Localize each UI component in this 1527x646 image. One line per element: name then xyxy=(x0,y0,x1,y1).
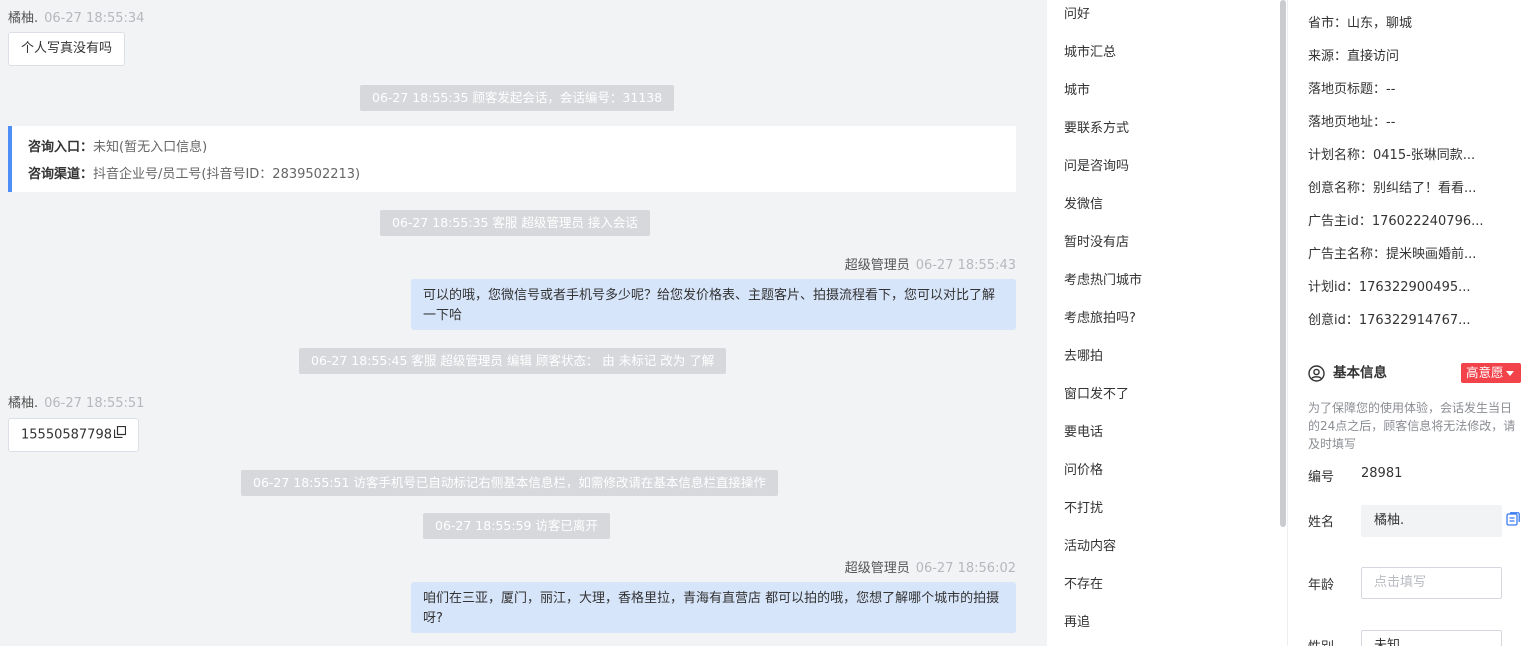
landing-url-row: 落地页地址：-- xyxy=(1308,115,1396,130)
sender-name: 超级管理员 xyxy=(844,561,910,576)
message-header: 橘柚. 06-27 18:55:34 xyxy=(8,7,144,26)
gender-label: 性别 xyxy=(1308,636,1334,646)
basic-info-label: 基本信息 xyxy=(1333,365,1387,381)
visitor-message-bubble: 15550587798 xyxy=(8,418,139,452)
quick-reply-item[interactable]: 去哪拍 xyxy=(1064,345,1103,369)
message-text: 15550587798 xyxy=(21,427,112,443)
quick-reply-item[interactable]: 问价格 xyxy=(1064,459,1103,483)
consult-entry-value: 未知(暂无入口信息) xyxy=(93,140,208,155)
quick-reply-item[interactable]: 城市汇总 xyxy=(1064,41,1116,65)
creative-id-row: 创意id：176322914767... xyxy=(1308,313,1471,328)
quick-reply-item[interactable]: 发微信 xyxy=(1064,193,1103,217)
quick-reply-item[interactable]: 考虑旅拍吗? xyxy=(1064,307,1136,331)
quick-reply-list: 问好 城市汇总 城市 要联系方式 问是咨询吗 发微信 暂时没有店 考虑热门城市 … xyxy=(1047,0,1287,646)
system-notice: 06-27 18:55:51 访客手机号已自动标记右侧基本信息栏，如需修改请在基… xyxy=(241,470,778,496)
message-time: 06-27 18:55:51 xyxy=(44,396,145,411)
caret-down-icon xyxy=(1505,371,1514,376)
edit-icon[interactable] xyxy=(1506,512,1520,530)
system-notice: 06-27 18:55:59 访客已离开 xyxy=(423,513,610,539)
quick-reply-item[interactable]: 问好 xyxy=(1064,3,1090,27)
consult-channel-label: 咨询渠道： xyxy=(28,167,94,182)
intent-value: 高意愿 xyxy=(1466,365,1504,380)
age-label: 年龄 xyxy=(1308,578,1335,593)
quick-reply-item[interactable]: 再追 xyxy=(1064,611,1090,635)
sender-name: 橘柚. xyxy=(8,396,39,411)
consult-info-card: 咨询入口：未知(暂无入口信息) 咨询渠道：抖音企业号/员工号(抖音号ID：283… xyxy=(8,126,1016,192)
province-row: 省市：山东，聊城 xyxy=(1308,16,1413,31)
creative-name-row: 创意名称：别纠结了！看看... xyxy=(1308,181,1477,196)
landing-title-row: 落地页标题：-- xyxy=(1308,82,1396,97)
copy-icon[interactable] xyxy=(113,419,127,451)
consult-entry-row: 咨询入口：未知(暂无入口信息) xyxy=(28,134,1016,161)
quick-reply-item[interactable]: 问是咨询吗 xyxy=(1064,155,1129,179)
quick-reply-item[interactable]: 考虑热门城市 xyxy=(1064,269,1142,293)
quick-reply-item[interactable]: 活动内容 xyxy=(1064,535,1116,559)
sender-name: 橘柚. xyxy=(8,11,39,26)
id-label: 编号 xyxy=(1308,470,1335,485)
age-field[interactable]: 点击填写 xyxy=(1361,567,1502,599)
quick-reply-item[interactable]: 城市 xyxy=(1064,79,1090,103)
plan-name-row: 计划名称：0415-张琳同款... xyxy=(1308,148,1476,163)
message-header: 超级管理员 06-27 18:55:43 xyxy=(845,254,1016,273)
advertiser-name-row: 广告主名称：提米映画婚前... xyxy=(1308,247,1477,262)
intent-dropdown[interactable]: 高意愿 xyxy=(1461,363,1521,383)
message-time: 06-27 18:55:34 xyxy=(44,11,145,26)
gender-select[interactable]: 未知 xyxy=(1361,630,1502,646)
message-time: 06-27 18:56:02 xyxy=(915,561,1016,576)
message-time: 06-27 18:55:43 xyxy=(915,258,1016,273)
system-notice: 06-27 18:55:35 客服 超级管理员 接入会话 xyxy=(380,210,650,236)
quick-reply-item[interactable]: 不打扰 xyxy=(1064,497,1103,521)
consult-entry-label: 咨询入口： xyxy=(28,140,94,155)
quick-reply-item[interactable]: 要电话 xyxy=(1064,421,1103,445)
quick-reply-item[interactable]: 暂时没有店 xyxy=(1064,231,1129,255)
message-header: 橘柚. 06-27 18:55:51 xyxy=(8,392,144,411)
name-label: 姓名 xyxy=(1308,515,1335,530)
quick-reply-item[interactable]: 要联系方式 xyxy=(1064,117,1129,141)
advertiser-id-row: 广告主id：176022240796... xyxy=(1308,214,1484,229)
quick-reply-item[interactable]: 不存在 xyxy=(1064,573,1103,597)
chat-panel: 橘柚. 06-27 18:55:34 个人写真没有吗 06-27 18:55:35… xyxy=(0,0,1047,646)
system-notice: 06-27 18:55:35 顾客发起会话，会话编号：31138 xyxy=(360,85,675,111)
visitor-info-panel: 省市：山东，聊城 来源：直接访问 落地页标题：-- 落地页地址：-- 计划名称：… xyxy=(1288,0,1527,646)
consult-channel-value: 抖音企业号/员工号(抖音号ID：2839502213) xyxy=(93,167,361,182)
visitor-message-bubble: 个人写真没有吗 xyxy=(8,32,126,66)
scrollbar[interactable] xyxy=(1280,0,1286,527)
basic-info-title: 基本信息 xyxy=(1308,362,1387,384)
system-notice: 06-27 18:55:45 客服 超级管理员 编辑 顾客状态： 由 未标记 改… xyxy=(299,348,727,374)
message-header: 超级管理员 06-27 18:56:02 xyxy=(845,557,1016,576)
name-field[interactable]: 橘柚. xyxy=(1361,505,1502,537)
agent-message-bubble: 可以的哦，您微信号或者手机号多少呢？给您发价格表、主题客片、拍摄流程看下，您可以… xyxy=(411,279,1016,330)
user-circle-icon xyxy=(1308,364,1333,382)
sender-name: 超级管理员 xyxy=(844,258,910,273)
consult-channel-row: 咨询渠道：抖音企业号/员工号(抖音号ID：2839502213) xyxy=(28,161,1016,188)
quick-reply-item[interactable]: 窗口发不了 xyxy=(1064,383,1129,407)
source-row: 来源：直接访问 xyxy=(1308,49,1400,64)
plan-id-row: 计划id：176322900495... xyxy=(1308,280,1471,295)
id-value: 28981 xyxy=(1361,466,1403,481)
edit-tip: 为了保障您的使用体验，会话发生当日的24点之后，顾客信息将无法修改，请及时填写 xyxy=(1308,401,1516,451)
agent-message-bubble: 咱们在三亚，厦门，丽江，大理，香格里拉，青海有直营店 都可以拍的哦，您想了解哪个… xyxy=(411,582,1016,633)
